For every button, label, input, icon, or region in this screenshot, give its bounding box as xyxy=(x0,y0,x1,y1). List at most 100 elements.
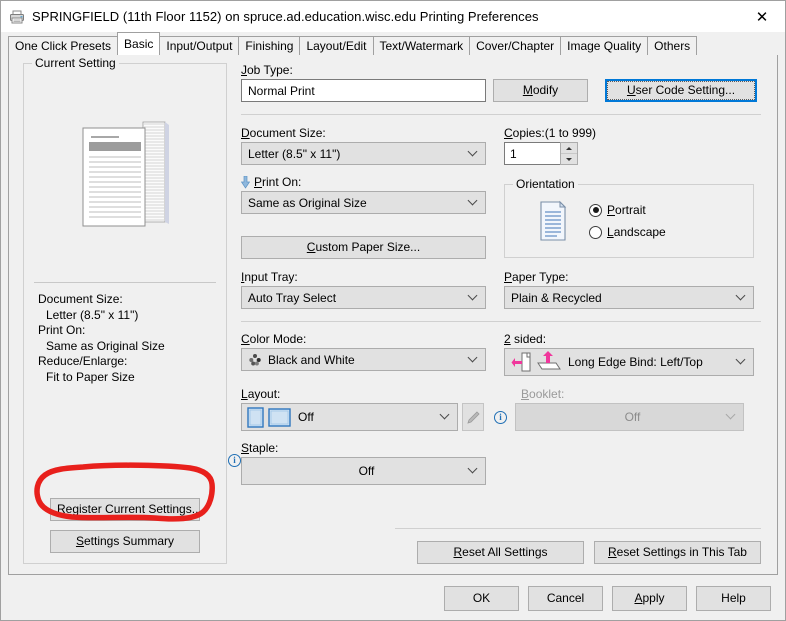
page-landscape-blue-icon xyxy=(268,407,291,427)
layout-edit-button[interactable] xyxy=(462,403,484,431)
summary-label: Document Size: xyxy=(38,292,123,306)
color-mode-label: Color Mode: xyxy=(241,332,307,346)
spin-down-icon[interactable] xyxy=(561,153,577,164)
chevron-down-icon xyxy=(469,148,478,157)
colormode-duplex-row: Color Mode: Black and White 2 sided: Lon… xyxy=(241,332,761,376)
spin-up-icon[interactable] xyxy=(561,143,577,153)
summary-button-label: ettings Summary xyxy=(83,534,175,548)
orientation-radios: Portrait Landscape xyxy=(589,199,666,243)
copies-field: Copies:(1 to 999) 1 xyxy=(504,126,754,165)
settings-summary-button[interactable]: Settings Summary xyxy=(50,530,200,553)
cancel-button[interactable]: Cancel xyxy=(528,585,603,611)
print-on-field: Print On: Same as Original Size Custom P… xyxy=(240,175,486,259)
register-button-label: egister Current Settings... xyxy=(65,502,202,516)
summary-label: Print On: xyxy=(38,323,86,337)
tab-image-quality[interactable]: Image Quality xyxy=(560,36,649,55)
down-arrow-icon xyxy=(240,175,251,189)
input-tray-select[interactable]: Auto Tray Select xyxy=(241,286,486,309)
document-stack-preview xyxy=(73,120,177,232)
reset-button-0[interactable]: Reset All Settings xyxy=(417,541,584,564)
color-dots-icon xyxy=(248,353,262,366)
chevron-down-icon xyxy=(469,292,478,301)
close-icon[interactable]: ✕ xyxy=(739,1,785,32)
preview-area xyxy=(24,64,226,282)
copies-stepper[interactable]: 1 xyxy=(504,142,578,165)
orientation-option-andscape[interactable]: Landscape xyxy=(589,221,666,243)
printing-preferences-dialog: SPRINGFIELD (11th Floor 1152) on spruce.… xyxy=(0,0,786,621)
chevron-down-icon xyxy=(441,411,450,420)
reset-section: Reset All Settings Reset Settings in This… xyxy=(395,528,761,564)
layout-label: Layout: xyxy=(241,387,281,401)
page-portrait-blue-icon xyxy=(247,406,264,428)
booklet-value: Off xyxy=(624,410,641,424)
summary-button-accel: S xyxy=(75,534,84,548)
document-size-label: Document Size: xyxy=(241,126,326,140)
title-bar: SPRINGFIELD (11th Floor 1152) on spruce.… xyxy=(1,1,785,32)
summary-value: Same as Original Size xyxy=(46,338,165,353)
document-size-value: Letter (8.5" x 11") xyxy=(248,146,341,161)
job-type-input[interactable]: Normal Print xyxy=(241,79,486,102)
chevron-down-icon xyxy=(727,411,736,420)
register-button-accel: R xyxy=(57,502,66,516)
custom-paper-size-button[interactable]: Custom Paper Size... xyxy=(241,236,486,259)
orientation-option-ortrait[interactable]: Portrait xyxy=(589,199,666,221)
copies-input[interactable]: 1 xyxy=(504,142,560,165)
paper-type-value: Plain & Recycled xyxy=(511,290,602,305)
booklet-select: Off xyxy=(515,403,744,431)
layout-select[interactable]: Off xyxy=(241,403,458,431)
duplex-top-icon xyxy=(534,350,562,374)
two-sided-select[interactable]: Long Edge Bind: Left/Top xyxy=(504,348,754,376)
tab-text-watermark[interactable]: Text/Watermark xyxy=(372,36,471,55)
staple-select[interactable]: Off xyxy=(241,457,486,485)
color-mode-select[interactable]: Black and White xyxy=(241,348,486,371)
staple-row: Staple: Off xyxy=(241,441,761,485)
tab-cover-chapter[interactable]: Cover/Chapter xyxy=(469,36,562,55)
job-type-value: Normal Print xyxy=(248,83,315,98)
orientation-legend: Orientation xyxy=(513,177,578,191)
copies-spin-buttons[interactable] xyxy=(560,142,578,165)
user-code-setting-button[interactable]: User Code Setting... xyxy=(605,79,757,102)
chevron-down-icon xyxy=(469,465,478,474)
page-portrait-icon xyxy=(533,199,571,243)
input-tray-field: Input Tray: Auto Tray Select xyxy=(241,270,486,309)
staple-info-icon[interactable]: i xyxy=(228,454,241,467)
document-size-copies-row: Document Size: Letter (8.5" x 11") Copie… xyxy=(241,126,761,165)
ok-button[interactable]: OK xyxy=(444,585,519,611)
tab-page-basic: Current Setting Document Size: Letter (8… xyxy=(8,54,778,575)
chevron-down-icon xyxy=(469,197,478,206)
tab-layout-edit[interactable]: Layout/Edit xyxy=(299,36,374,55)
printer-icon xyxy=(9,9,25,25)
tray-papertype-row: Input Tray: Auto Tray Select Paper Type:… xyxy=(241,270,761,309)
two-sided-value: Long Edge Bind: Left/Top xyxy=(568,355,703,369)
paper-type-select[interactable]: Plain & Recycled xyxy=(504,286,754,309)
tab-basic[interactable]: Basic xyxy=(117,32,161,55)
dialog-button-bar: OK Cancel Apply Help xyxy=(1,576,785,620)
tab-input-output[interactable]: Input/Output xyxy=(159,36,240,55)
print-on-select[interactable]: Same as Original Size xyxy=(241,191,486,214)
modify-button[interactable]: Modify xyxy=(493,79,588,102)
booklet-info-icon[interactable]: i xyxy=(494,410,507,424)
divider-1 xyxy=(241,114,761,115)
booklet-field: Booklet: i Off xyxy=(494,387,744,431)
radio-button[interactable] xyxy=(589,203,602,217)
tab-one-click-presets[interactable]: One Click Presets xyxy=(8,36,119,55)
divider-2 xyxy=(241,321,761,322)
job-type-field: Job Type: Normal Print Modify User Code … xyxy=(241,63,761,102)
layout-value: Off xyxy=(298,410,314,424)
reset-button-1[interactable]: Reset Settings in This Tab xyxy=(594,541,761,564)
apply-button[interactable]: Apply xyxy=(612,585,687,611)
orientation-box: Orientation Portrait Landscape xyxy=(504,177,754,258)
radio-button[interactable] xyxy=(589,225,602,239)
layout-booklet-row: Layout: Off Booklet: i Off xyxy=(241,387,761,431)
tab-others[interactable]: Others xyxy=(647,36,698,55)
help-button[interactable]: Help xyxy=(696,585,771,611)
current-setting-panel: Current Setting Document Size: Letter (8… xyxy=(23,56,227,564)
document-size-select[interactable]: Letter (8.5" x 11") xyxy=(241,142,486,165)
tab-finishing[interactable]: Finishing xyxy=(238,36,301,55)
booklet-label: Booklet: xyxy=(521,387,565,401)
two-sided-label: 2 sided: xyxy=(504,332,547,346)
color-mode-value: Black and White xyxy=(268,352,355,367)
staple-value: Off xyxy=(358,464,375,478)
input-tray-value: Auto Tray Select xyxy=(248,290,337,305)
register-current-settings-button[interactable]: Register Current Settings... xyxy=(50,498,202,521)
